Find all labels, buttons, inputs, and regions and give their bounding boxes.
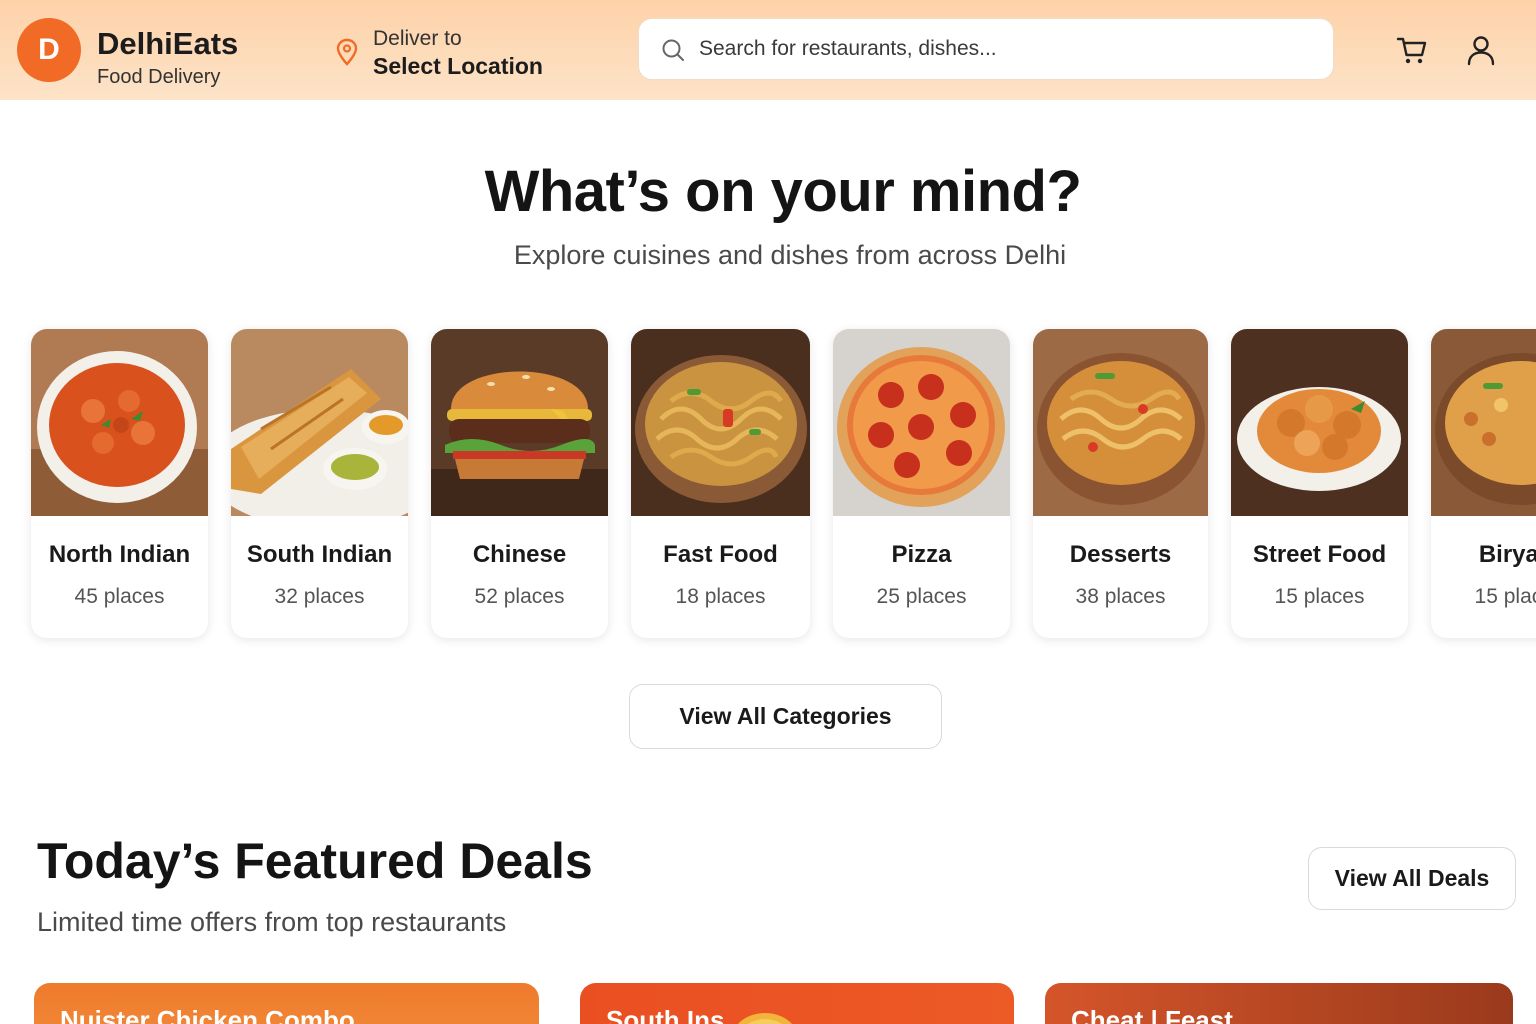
view-all-categories-button[interactable]: View All Categories [629,684,942,749]
category-card-biryani[interactable]: Biryani 15 places [1431,329,1536,638]
section-subtitle-deals: Limited time offers from top restaurants [37,907,507,937]
section-title-categories: What’s on your mind? [484,159,1082,224]
header-bar: D DelhiEats Food Delivery Deliver to Sel… [0,0,1536,100]
curry-bowl-image [31,329,208,516]
search-bar[interactable] [638,18,1334,80]
rice-bowl-image [1431,329,1536,516]
deal-title: South Ins [606,1005,725,1024]
deal-card[interactable]: South Ins [580,983,1014,1024]
category-count: 18 places [675,585,766,608]
category-name: Fast Food [663,541,778,568]
view-all-deals-button[interactable]: View All Deals [1308,847,1516,910]
category-card-pizza[interactable]: Pizza 25 places [833,329,1010,638]
logo[interactable]: D [17,18,81,82]
brand-name[interactable]: DelhiEats [97,26,238,62]
deal-title: Nuister Chicken Combo [60,1005,355,1024]
user-account-icon[interactable] [1466,34,1496,66]
section-title-deals: Today’s Featured Deals [37,833,593,889]
category-name: Pizza [891,541,952,568]
noodle-bowl-image [1033,329,1208,516]
dosa-plate-image [231,329,408,516]
category-count: 15 places [1474,585,1536,608]
category-card-south-indian[interactable]: South Indian 32 places [231,329,408,638]
noodle-bowl-image [631,329,810,516]
deliver-to-label: Deliver to [373,27,462,50]
category-card-fast-food[interactable]: Fast Food 18 places [631,329,810,638]
category-name: Biryani [1478,541,1536,568]
category-card-desserts[interactable]: Desserts 38 places [1033,329,1208,638]
category-card-north-indian[interactable]: North Indian 45 places [31,329,208,638]
category-card-street-food[interactable]: Street Food 15 places [1231,329,1408,638]
section-subtitle-categories: Explore cuisines and dishes from across … [513,240,1067,270]
category-count: 52 places [474,585,565,608]
category-count: 15 places [1274,585,1365,608]
search-icon [662,39,684,61]
brand-tagline: Food Delivery [97,66,221,88]
category-count: 38 places [1075,585,1166,608]
fried-snack-plate-image [1231,329,1408,516]
deal-card[interactable]: Nuister Chicken Combo [34,983,539,1024]
category-name: North Indian [48,541,191,568]
category-count: 45 places [74,585,165,608]
search-input[interactable] [699,19,1319,79]
food-image [738,1013,792,1024]
category-name: Street Food [1252,541,1387,568]
category-name: Desserts [1069,541,1172,568]
category-count: 32 places [274,585,365,608]
location-pin-icon[interactable] [335,38,359,66]
select-location-button[interactable]: Select Location [373,53,543,80]
category-name: South Indian [246,541,393,568]
category-count: 25 places [876,585,967,608]
burger-image [431,329,608,516]
deal-card[interactable]: Cheat | Feast [1045,983,1513,1024]
category-card-chinese[interactable]: Chinese 52 places [431,329,608,638]
deal-title: Cheat | Feast [1071,1005,1233,1024]
cart-icon[interactable] [1396,34,1428,66]
pepperoni-pizza-image [833,329,1010,516]
category-name: Chinese [472,541,567,568]
